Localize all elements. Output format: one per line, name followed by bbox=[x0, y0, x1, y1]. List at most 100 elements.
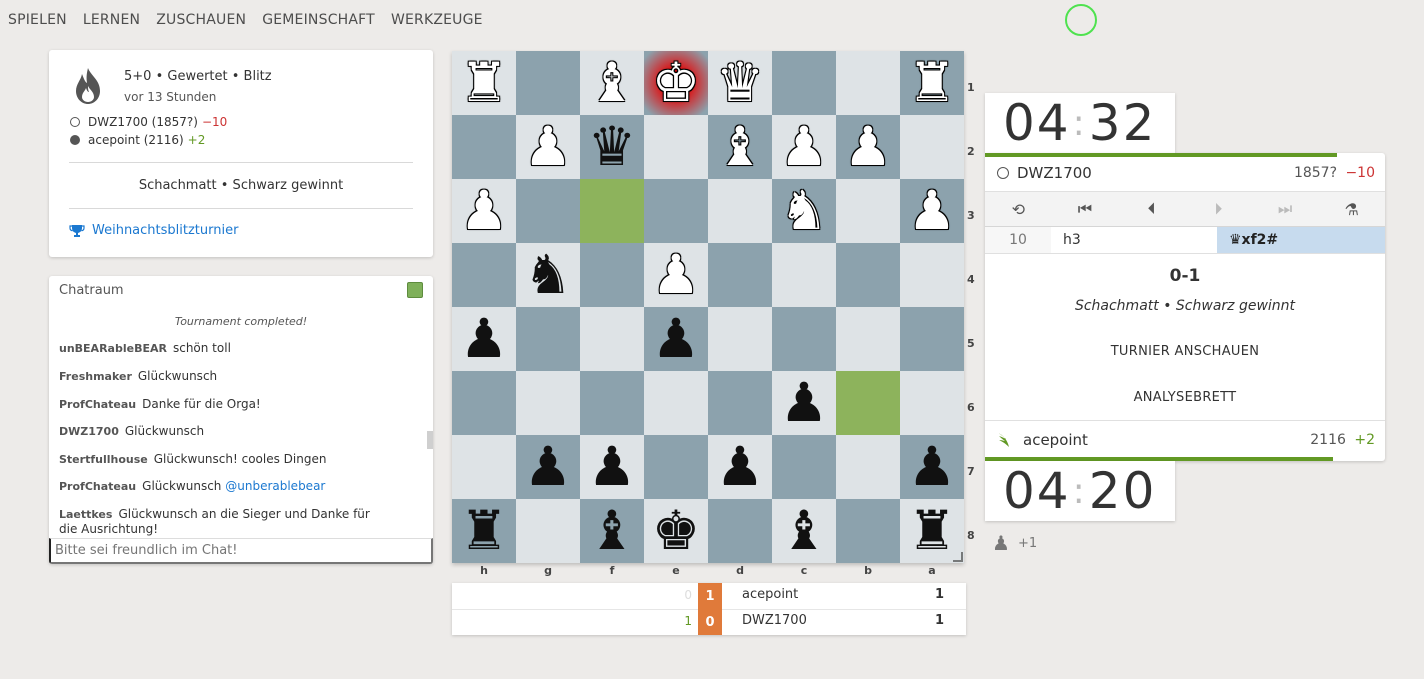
black-player-name[interactable]: acepoint (2116) bbox=[88, 133, 184, 147]
white-player-name[interactable]: DWZ1700 (1857?) bbox=[88, 115, 198, 129]
board-square[interactable] bbox=[516, 371, 580, 435]
network-status-indicator[interactable] bbox=[1065, 4, 1097, 36]
board-resize-handle[interactable] bbox=[953, 552, 963, 562]
white-pawn-icon[interactable]: ♟ bbox=[452, 179, 516, 243]
black-pawn-icon[interactable]: ♟ bbox=[708, 435, 772, 499]
chat-username[interactable]: ProfChateau bbox=[59, 480, 136, 493]
board-square[interactable] bbox=[772, 307, 836, 371]
board-square[interactable]: ♟ bbox=[900, 179, 964, 243]
board-square[interactable]: ♝ bbox=[580, 51, 644, 115]
chat-username[interactable]: Freshmaker bbox=[59, 370, 132, 383]
board-square[interactable]: ♞ bbox=[516, 243, 580, 307]
board-square[interactable] bbox=[836, 307, 900, 371]
board-square[interactable] bbox=[452, 371, 516, 435]
board-square[interactable] bbox=[772, 435, 836, 499]
black-rook-icon[interactable]: ♜ bbox=[452, 499, 516, 563]
white-pawn-icon[interactable]: ♟ bbox=[836, 115, 900, 179]
board-square[interactable] bbox=[836, 179, 900, 243]
top-player-name[interactable]: DWZ1700 bbox=[1017, 164, 1092, 182]
black-pawn-icon[interactable]: ♟ bbox=[452, 307, 516, 371]
white-knight-icon[interactable]: ♞ bbox=[772, 179, 836, 243]
board-square[interactable] bbox=[836, 371, 900, 435]
board-square[interactable]: ♟ bbox=[452, 179, 516, 243]
board-square[interactable] bbox=[708, 243, 772, 307]
chat-username[interactable]: unBEARableBEAR bbox=[59, 342, 167, 355]
chat-toggle-checkbox[interactable] bbox=[407, 282, 423, 298]
crosstable-row[interactable]: 0 1 acepoint 1 bbox=[452, 583, 966, 609]
black-player-info[interactable]: acepoint (2116) +2 bbox=[70, 133, 205, 147]
black-knight-icon[interactable]: ♞ bbox=[516, 243, 580, 307]
crosstable-row[interactable]: 1 0 DWZ1700 1 bbox=[452, 609, 966, 635]
crosstable-game-result[interactable]: 0 bbox=[698, 609, 722, 635]
chat-username[interactable]: Stertfullhouse bbox=[59, 453, 148, 466]
tournament-link[interactable]: Weihnachtsblitzturnier bbox=[69, 223, 238, 238]
crosstable-player[interactable]: DWZ1700 bbox=[742, 613, 807, 628]
board-square[interactable] bbox=[580, 243, 644, 307]
board-square[interactable] bbox=[708, 307, 772, 371]
nav-watch[interactable]: ZUSCHAUEN bbox=[148, 12, 254, 28]
board-square[interactable]: ♟ bbox=[836, 115, 900, 179]
board-square[interactable] bbox=[580, 307, 644, 371]
black-bishop-icon[interactable]: ♝ bbox=[772, 499, 836, 563]
black-pawn-icon[interactable]: ♟ bbox=[644, 307, 708, 371]
nav-play[interactable]: SPIELEN bbox=[0, 12, 75, 28]
board-square[interactable]: ♚ bbox=[644, 499, 708, 563]
black-pawn-icon[interactable]: ♟ bbox=[580, 435, 644, 499]
tournament-name[interactable]: Weihnachtsblitzturnier bbox=[92, 223, 238, 238]
board-square[interactable] bbox=[900, 243, 964, 307]
white-player-info[interactable]: DWZ1700 (1857?) −10 bbox=[70, 115, 227, 129]
board-square[interactable]: ♝ bbox=[580, 499, 644, 563]
black-pawn-icon[interactable]: ♟ bbox=[900, 435, 964, 499]
board-square[interactable]: ♟ bbox=[772, 371, 836, 435]
board-square[interactable] bbox=[900, 115, 964, 179]
board-square[interactable]: ♟ bbox=[452, 307, 516, 371]
board-square[interactable]: ♟ bbox=[580, 435, 644, 499]
white-king-icon[interactable]: ♚ bbox=[644, 51, 708, 115]
bottom-player[interactable]: acepoint bbox=[997, 431, 1088, 449]
top-player[interactable]: DWZ1700 bbox=[997, 164, 1092, 182]
board-square[interactable]: ♜ bbox=[900, 51, 964, 115]
board-square[interactable]: ♟ bbox=[772, 115, 836, 179]
chess-board[interactable]: ♜ ♝ ♚ ♛ ♜ ♟ ♛ ♝ ♟ ♟ ♟ ♞ ♟ ♞ ♟ ♟ ♟ ♟ ♟ ♟ ♟ ♟ ♜ ♝ ♚ ♝ ♜ bbox=[452, 51, 964, 563]
board-square[interactable] bbox=[644, 435, 708, 499]
white-rook-icon[interactable]: ♜ bbox=[452, 51, 516, 115]
chat-scrollbar[interactable] bbox=[427, 431, 433, 449]
board-square[interactable] bbox=[452, 115, 516, 179]
board-square[interactable] bbox=[644, 115, 708, 179]
white-bishop-icon[interactable]: ♝ bbox=[708, 115, 772, 179]
board-square[interactable] bbox=[452, 243, 516, 307]
board-square[interactable] bbox=[516, 499, 580, 563]
board-square[interactable] bbox=[580, 179, 644, 243]
board-square[interactable]: ♜ bbox=[452, 499, 516, 563]
bottom-player-name[interactable]: acepoint bbox=[1023, 431, 1088, 449]
board-square[interactable] bbox=[516, 179, 580, 243]
white-pawn-icon[interactable]: ♟ bbox=[900, 179, 964, 243]
board-square[interactable] bbox=[836, 243, 900, 307]
chat-username[interactable]: Laettkes bbox=[59, 508, 112, 521]
board-square[interactable] bbox=[836, 499, 900, 563]
board-square[interactable] bbox=[836, 51, 900, 115]
board-square[interactable] bbox=[580, 371, 644, 435]
board-square[interactable]: ♟ bbox=[900, 435, 964, 499]
board-square[interactable] bbox=[708, 179, 772, 243]
board-square[interactable] bbox=[836, 435, 900, 499]
black-king-icon[interactable]: ♚ bbox=[644, 499, 708, 563]
board-square[interactable]: ♟ bbox=[708, 435, 772, 499]
board-square[interactable]: ♟ bbox=[516, 115, 580, 179]
board-square[interactable]: ♛ bbox=[580, 115, 644, 179]
chat-mention[interactable]: @unberablebear bbox=[225, 479, 325, 493]
board-square[interactable]: ♚ bbox=[644, 51, 708, 115]
board-square[interactable] bbox=[516, 51, 580, 115]
board-square[interactable]: ♞ bbox=[772, 179, 836, 243]
nav-learn[interactable]: LERNEN bbox=[75, 12, 148, 28]
board-square[interactable]: ♟ bbox=[644, 243, 708, 307]
board-square[interactable]: ♝ bbox=[708, 115, 772, 179]
watch-tournament-button[interactable]: TURNIER ANSCHAUEN bbox=[985, 344, 1385, 359]
board-square[interactable] bbox=[900, 371, 964, 435]
white-pawn-icon[interactable]: ♟ bbox=[644, 243, 708, 307]
board-square[interactable] bbox=[900, 307, 964, 371]
analysis-board-button[interactable]: ANALYSEBRETT bbox=[985, 390, 1385, 405]
black-move-active[interactable]: ♛xf2# bbox=[1217, 227, 1385, 253]
board-square[interactable] bbox=[644, 179, 708, 243]
first-move-icon[interactable]: ⏮ bbox=[1052, 192, 1119, 226]
